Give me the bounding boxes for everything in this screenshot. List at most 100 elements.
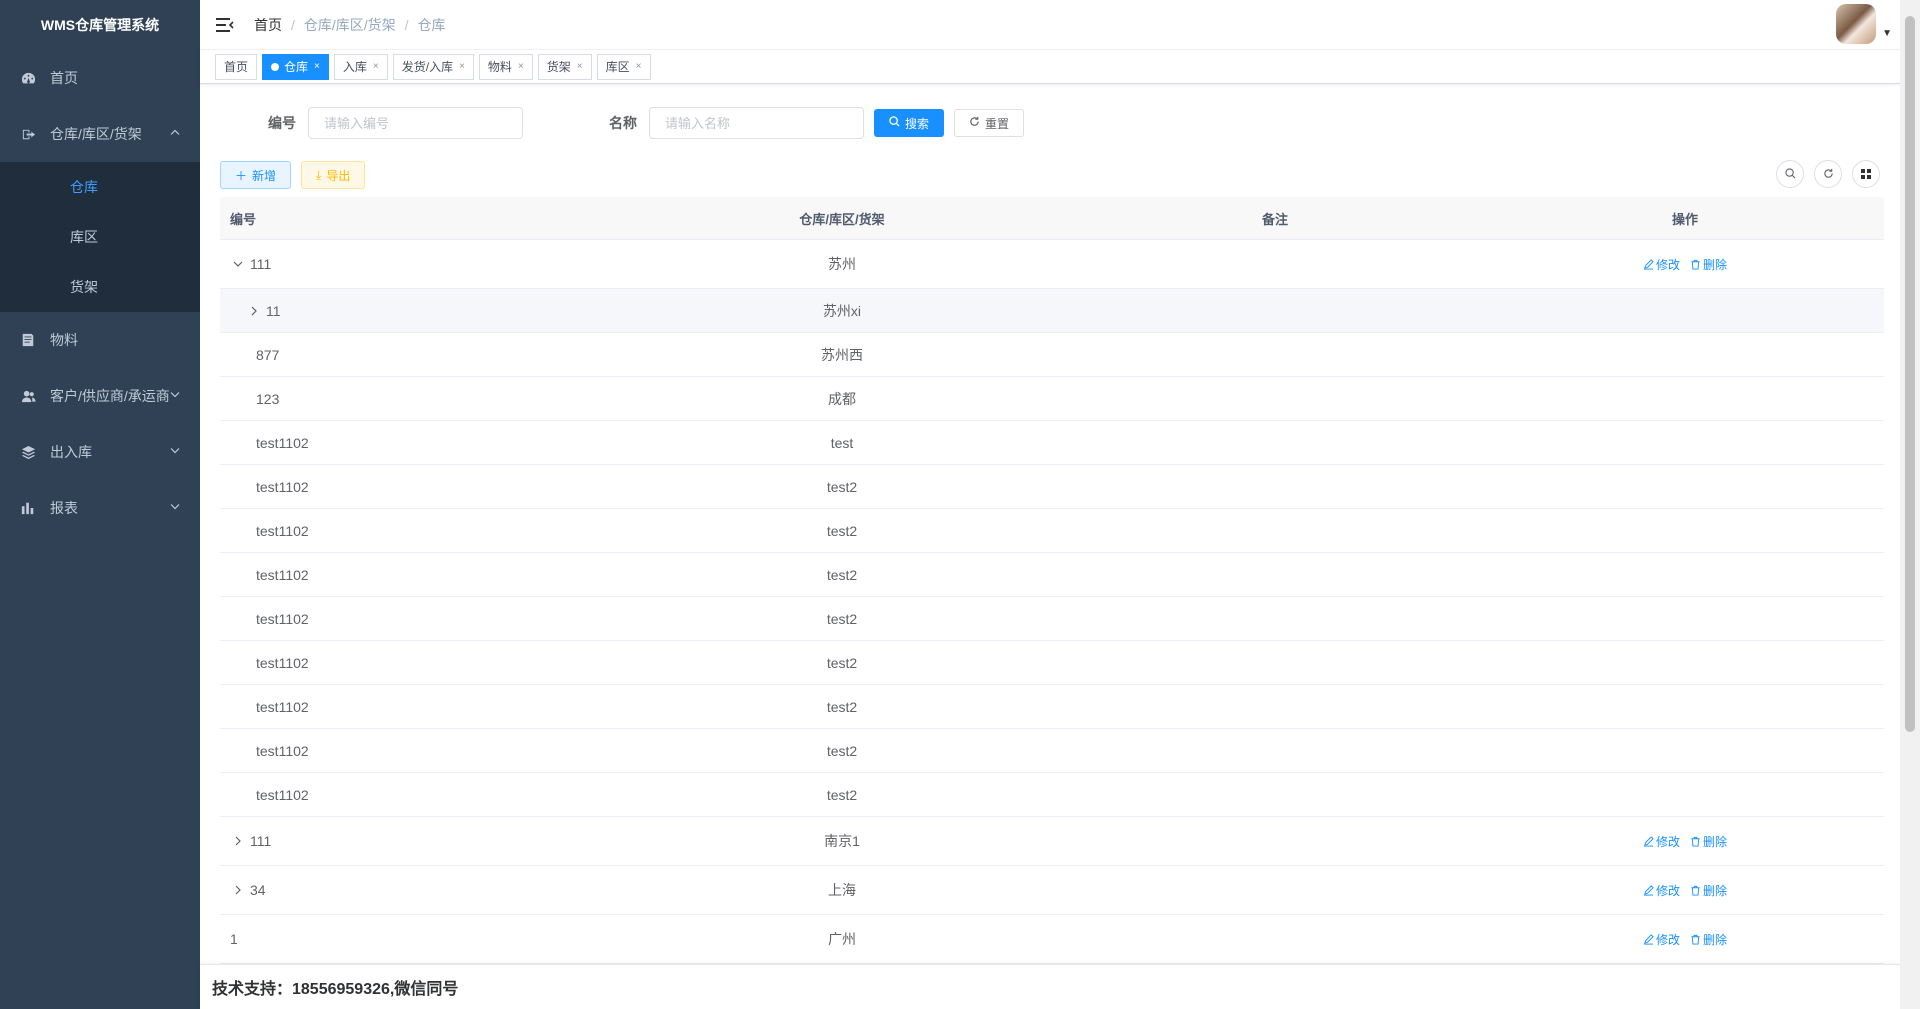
user-menu[interactable]: ▼ — [1836, 4, 1892, 44]
cell-code: test1102 — [256, 610, 309, 627]
code-input[interactable] — [308, 107, 523, 139]
close-icon[interactable]: × — [314, 55, 320, 79]
edit-button[interactable]: 修改 — [1643, 931, 1680, 948]
page-scrollbar[interactable] — [1900, 0, 1920, 1009]
cell-actions: 修改 删除 — [1486, 833, 1884, 850]
search-button[interactable]: 搜索 — [874, 109, 945, 137]
chevron-right-icon[interactable] — [230, 885, 246, 895]
warehouse-table: 编号 仓库/库区/货架 备注 操作 111 苏州 修改 删除 11 苏州xi 877 苏州西 1… — [220, 197, 1884, 964]
table-header: 编号 仓库/库区/货架 备注 操作 — [220, 197, 1884, 240]
sidebar-item-warehouse[interactable]: 仓库 — [0, 162, 200, 212]
cell-name: test2 — [826, 654, 858, 671]
table-row[interactable]: test1102 test2 — [220, 509, 1884, 553]
cell-name: test2 — [826, 786, 858, 803]
table-row[interactable]: 111 苏州 修改 删除 — [220, 240, 1884, 289]
table-row[interactable]: 877 苏州西 — [220, 333, 1884, 377]
table-row[interactable]: test1102 test2 — [220, 685, 1884, 729]
edit-icon — [1643, 835, 1654, 847]
sidebar-item-inout[interactable]: 出入库 — [0, 424, 200, 480]
name-input[interactable] — [649, 107, 864, 139]
cell-code: test1102 — [256, 566, 309, 583]
breadcrumb-group: 仓库/库区/货架 — [303, 16, 396, 33]
edit-icon — [1643, 258, 1654, 270]
sidebar-item-material[interactable]: 物料 — [0, 312, 200, 368]
chevron-down-icon[interactable] — [230, 259, 246, 269]
export-button[interactable]: ⤓ 导出 — [301, 161, 366, 189]
sidebar-item-shelf[interactable]: 货架 — [0, 262, 200, 312]
reset-button[interactable]: 重置 — [954, 109, 1025, 137]
table-row[interactable]: test1102 test2 — [220, 773, 1884, 817]
table-row[interactable]: test1102 test2 — [220, 553, 1884, 597]
cell-code: test1102 — [256, 698, 309, 715]
col-name-header: 仓库/库区/货架 — [799, 211, 885, 227]
tag-ship-inbound[interactable]: 发货/入库 × — [392, 53, 474, 80]
col-code-header: 编号 — [230, 211, 257, 227]
footer: 技术支持：18556959326,微信同号 — [200, 964, 1900, 1009]
sidebar-item-area[interactable]: 库区 — [0, 212, 200, 262]
columns-button[interactable] — [1852, 160, 1880, 188]
trash-icon — [1691, 836, 1700, 847]
close-icon[interactable]: × — [577, 55, 583, 79]
cell-name: 南京1 — [824, 833, 860, 849]
close-icon[interactable]: × — [518, 55, 524, 79]
book-icon — [20, 332, 36, 348]
sidebar-item-report[interactable]: 报表 — [0, 480, 200, 536]
chevron-right-icon[interactable] — [246, 306, 262, 316]
delete-button[interactable]: 删除 — [1690, 256, 1727, 273]
tag-area[interactable]: 库区 × — [596, 53, 651, 80]
name-label: 名称 — [609, 115, 637, 131]
delete-button[interactable]: 删除 — [1690, 833, 1727, 850]
table-row[interactable]: 1 广州 修改 删除 — [220, 915, 1884, 964]
delete-button[interactable]: 删除 — [1690, 931, 1727, 948]
navbar: 首页 / 仓库/库区/货架 / 仓库 ▼ — [200, 0, 1900, 50]
table-row[interactable]: 123 成都 — [220, 377, 1884, 421]
table-row[interactable]: test1102 test2 — [220, 729, 1884, 773]
sidebar-item-warehouse-group[interactable]: 仓库/库区/货架 — [0, 106, 200, 162]
avatar[interactable] — [1836, 4, 1877, 44]
table-row[interactable]: test1102 test2 — [220, 641, 1884, 685]
tag-home[interactable]: 首页 — [215, 53, 258, 80]
table-row[interactable]: test1102 test — [220, 421, 1884, 465]
table-row[interactable]: test1102 test2 — [220, 465, 1884, 509]
sidebar-item-customer[interactable]: 客户/供应商/承运商 — [0, 368, 200, 424]
table-row[interactable]: 11 苏州xi — [220, 289, 1884, 333]
edit-button[interactable]: 修改 — [1643, 882, 1680, 899]
sidebar-item-label: 出入库 — [50, 444, 92, 460]
cell-code: test1102 — [256, 478, 309, 495]
table-row[interactable]: test1102 test2 — [220, 597, 1884, 641]
close-icon[interactable]: × — [459, 55, 465, 79]
tag-material[interactable]: 物料 × — [478, 53, 533, 80]
table-body: 111 苏州 修改 删除 11 苏州xi 877 苏州西 123 成都 test1102 test te… — [220, 240, 1884, 964]
table-row[interactable]: 111 南京1 修改 删除 — [220, 817, 1884, 866]
sidebar-item-home[interactable]: 首页 — [0, 50, 200, 106]
grid-icon — [1861, 166, 1871, 182]
cell-name: 上海 — [828, 882, 856, 898]
add-button[interactable]: ＋ 新增 — [220, 161, 292, 189]
download-icon: ⤓ — [316, 167, 322, 182]
cell-code: 877 — [256, 346, 280, 363]
submenu-warehouse: 仓库 库区 货架 — [0, 162, 200, 312]
breadcrumb-current: 仓库 — [417, 16, 446, 33]
right-toolbar — [1766, 160, 1880, 188]
scrollbar-thumb[interactable] — [1905, 16, 1915, 732]
table-row[interactable]: 34 上海 修改 删除 — [220, 866, 1884, 915]
toggle-search-button[interactable] — [1776, 160, 1804, 188]
tag-warehouse[interactable]: 仓库 × — [262, 53, 329, 80]
edit-icon — [1643, 884, 1654, 896]
breadcrumb-home[interactable]: 首页 — [254, 15, 282, 35]
cell-actions: 修改 删除 — [1486, 931, 1884, 948]
cell-name: test2 — [826, 742, 858, 759]
cell-name: 成都 — [828, 390, 856, 407]
dashboard-icon — [20, 70, 36, 86]
chevron-down-icon — [170, 390, 180, 403]
delete-button[interactable]: 删除 — [1690, 882, 1727, 899]
close-icon[interactable]: × — [636, 55, 642, 79]
edit-button[interactable]: 修改 — [1643, 833, 1680, 850]
chevron-right-icon[interactable] — [230, 836, 246, 846]
tag-shelf[interactable]: 货架 × — [537, 53, 592, 80]
edit-button[interactable]: 修改 — [1643, 256, 1680, 273]
tag-inbound[interactable]: 入库 × — [333, 53, 388, 80]
refresh-button[interactable] — [1814, 160, 1842, 188]
close-icon[interactable]: × — [373, 55, 379, 79]
hamburger-icon[interactable] — [216, 15, 236, 35]
